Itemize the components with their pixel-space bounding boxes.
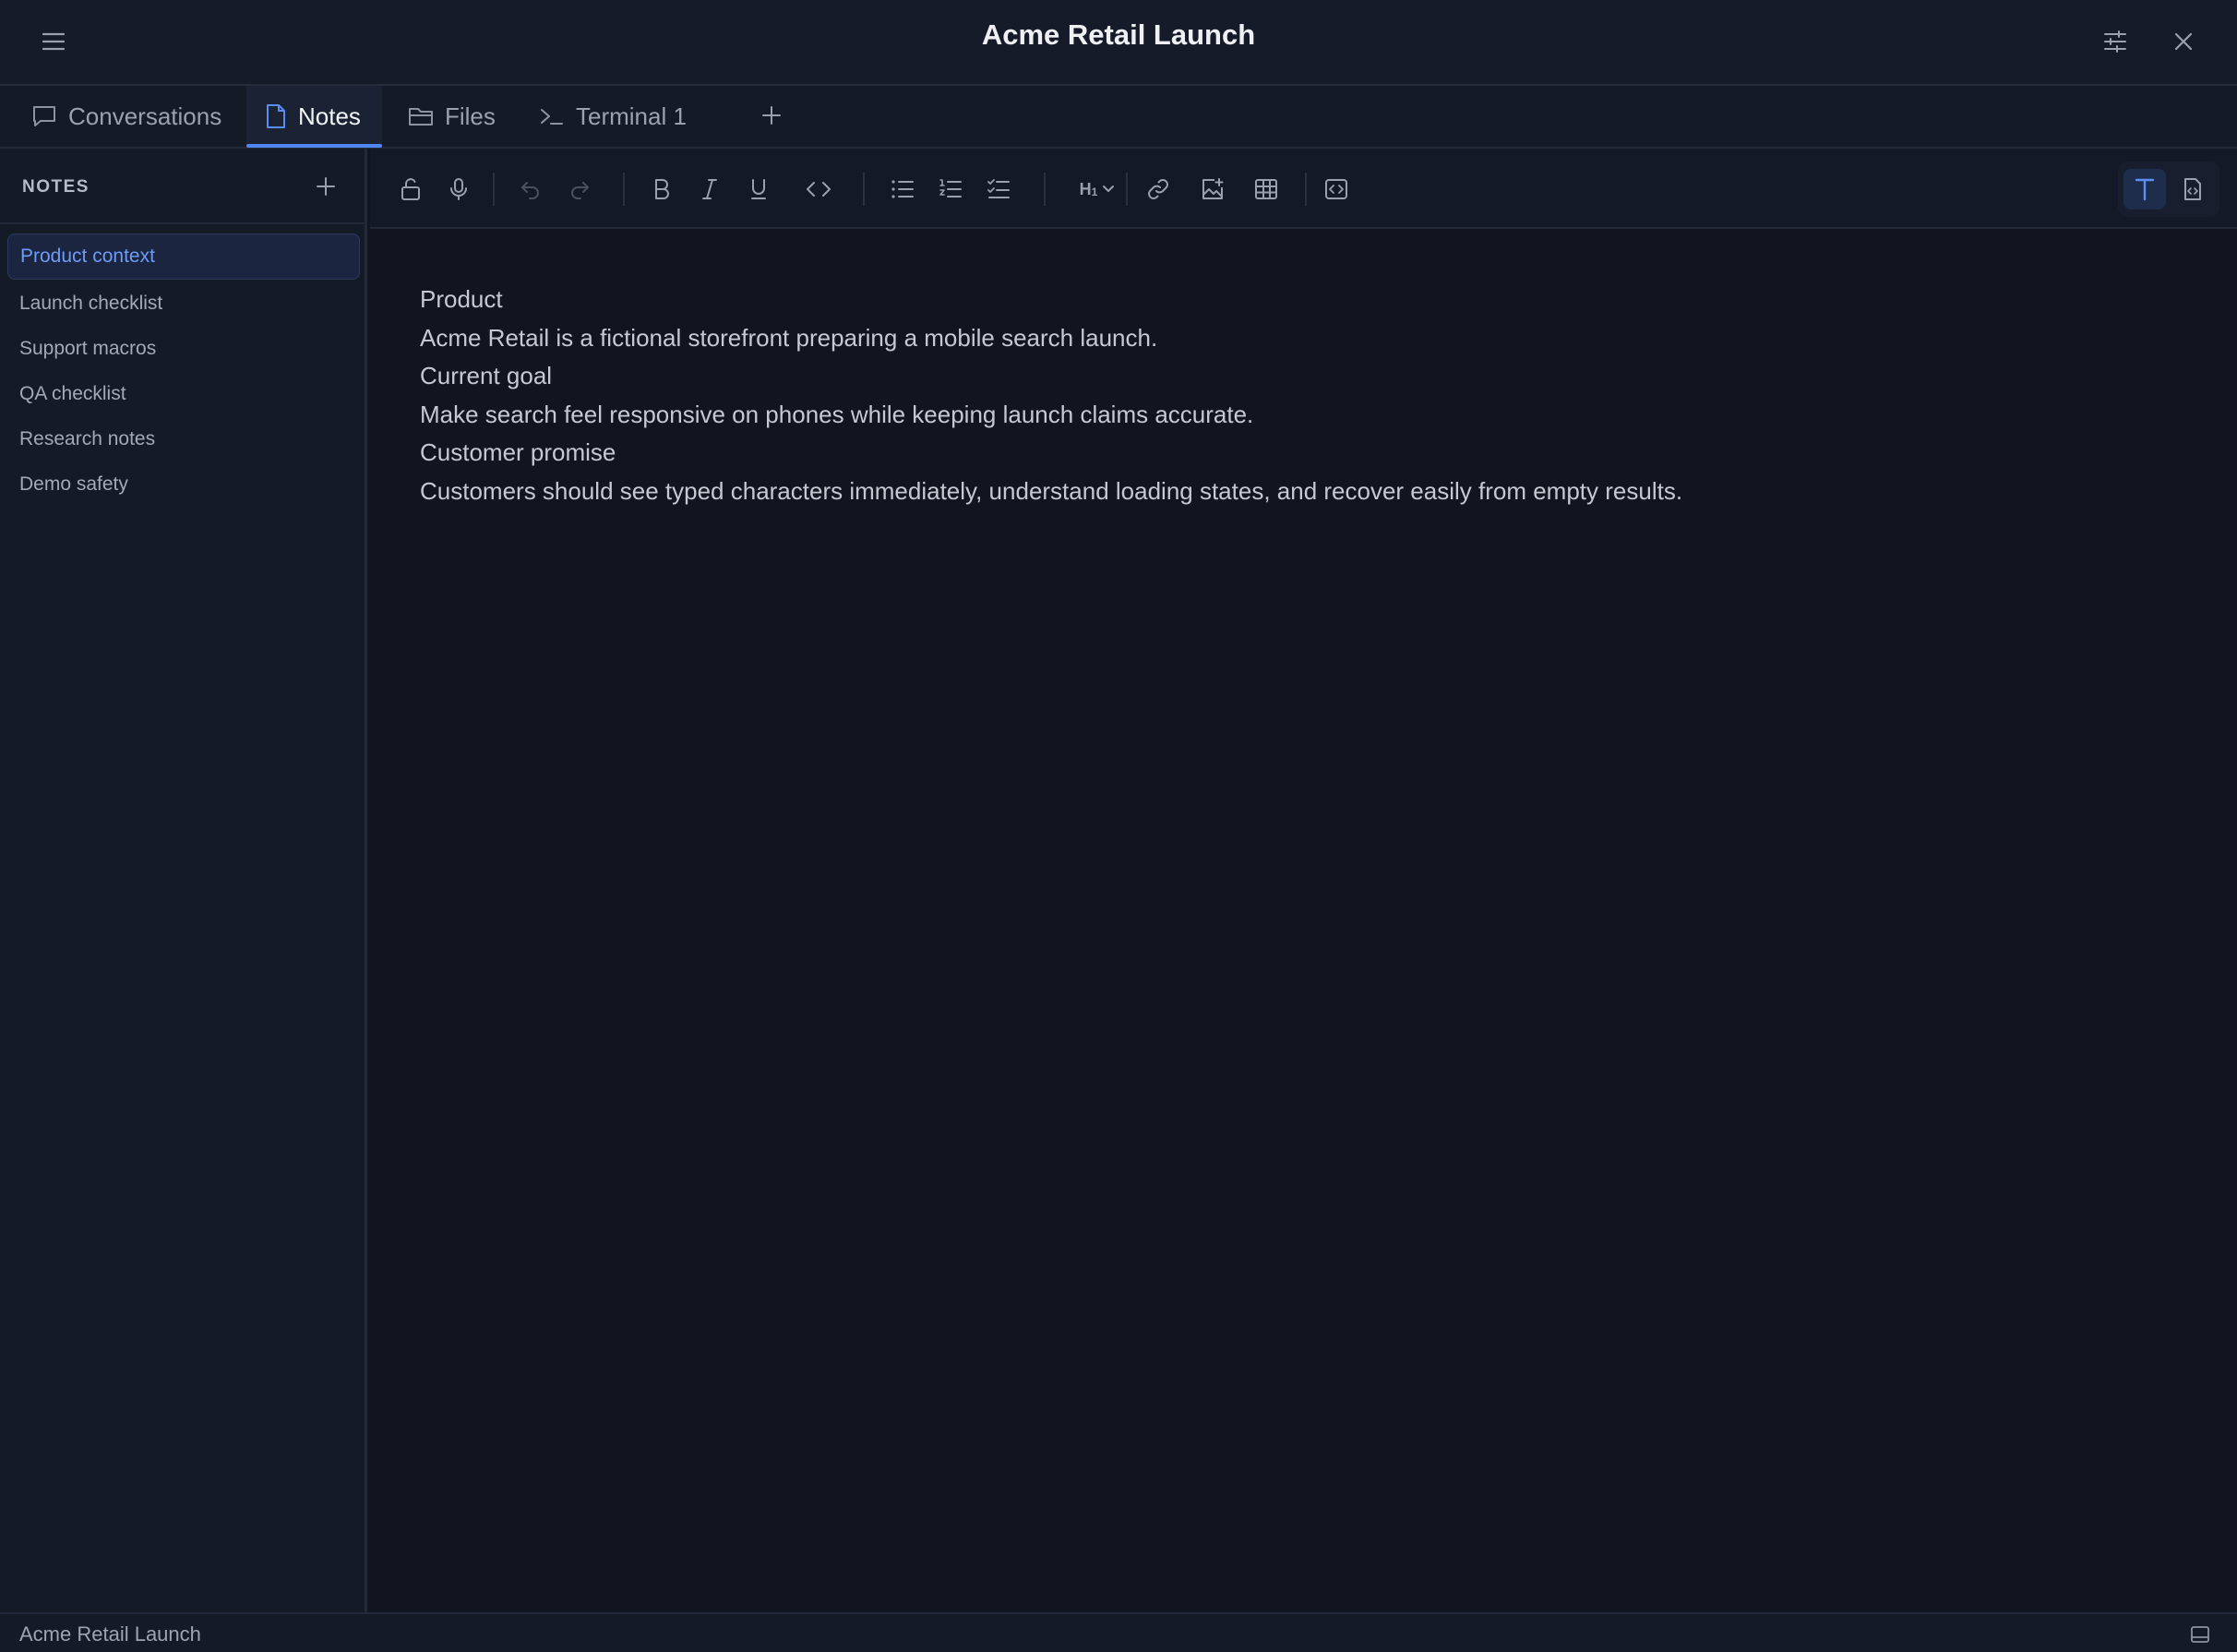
editor-mode-toggle bbox=[2118, 162, 2219, 217]
checklist-icon[interactable] bbox=[980, 171, 1017, 208]
tab-label: Terminal 1 bbox=[576, 102, 687, 130]
status-text: Acme Retail Launch bbox=[19, 1622, 201, 1646]
note-item-launch-checklist[interactable]: Launch checklist bbox=[7, 281, 360, 327]
add-tab-button[interactable] bbox=[753, 97, 790, 134]
heading-level-label: H bbox=[1079, 179, 1092, 198]
bold-icon[interactable] bbox=[643, 171, 680, 208]
redo-icon[interactable] bbox=[561, 171, 598, 208]
editor-line[interactable]: Product bbox=[420, 281, 2173, 319]
note-editor[interactable]: Product Acme Retail is a fictional store… bbox=[370, 229, 2237, 1612]
numbered-list-icon[interactable] bbox=[932, 171, 969, 208]
text-mode-icon[interactable] bbox=[2123, 169, 2166, 209]
table-icon[interactable] bbox=[1248, 171, 1285, 208]
note-item-demo-safety[interactable]: Demo safety bbox=[7, 461, 360, 508]
panel-toggle-icon[interactable] bbox=[2187, 1622, 2213, 1647]
editor-toolbar: H 1 bbox=[370, 149, 2237, 229]
sidebar-header: NOTES bbox=[0, 149, 365, 224]
heading-level-select[interactable]: H 1 bbox=[1071, 171, 1123, 208]
link-icon[interactable] bbox=[1140, 171, 1177, 208]
tab-label: Files bbox=[445, 102, 496, 130]
tab-conversations[interactable]: Conversations bbox=[18, 86, 231, 147]
bullet-list-icon[interactable] bbox=[884, 171, 921, 208]
heading-level-number: 1 bbox=[1091, 186, 1098, 198]
editor-line[interactable]: Current goal bbox=[420, 357, 2173, 396]
tab-bar: Conversations Notes Files Terminal 1 bbox=[0, 86, 2237, 149]
editor-line[interactable]: Make search feel responsive on phones wh… bbox=[420, 396, 2173, 435]
close-icon[interactable] bbox=[2163, 21, 2204, 62]
italic-icon[interactable] bbox=[691, 171, 728, 208]
tab-terminal-1[interactable]: Terminal 1 bbox=[530, 86, 696, 147]
sidebar-title: NOTES bbox=[22, 177, 90, 197]
terminal-prompt-icon bbox=[539, 105, 565, 127]
note-item-product-context[interactable]: Product context bbox=[7, 233, 360, 280]
note-item-research-notes[interactable]: Research notes bbox=[7, 416, 360, 462]
code-icon[interactable] bbox=[800, 171, 837, 208]
tab-notes[interactable]: Notes bbox=[246, 86, 382, 148]
add-note-button[interactable] bbox=[308, 169, 343, 204]
notes-sidebar: NOTES Product context Launch checklist S… bbox=[0, 149, 367, 1612]
window-title: Acme Retail Launch bbox=[981, 18, 1256, 51]
document-icon bbox=[265, 103, 287, 129]
tab-files[interactable]: Files bbox=[397, 86, 517, 147]
tab-label: Conversations bbox=[68, 102, 222, 130]
image-icon[interactable] bbox=[1194, 171, 1231, 208]
editor-line[interactable]: Acme Retail is a fictional storefront pr… bbox=[420, 319, 2173, 358]
note-item-support-macros[interactable]: Support macros bbox=[7, 326, 360, 372]
editor-content[interactable]: Product Acme Retail is a fictional store… bbox=[420, 281, 2173, 510]
undo-icon[interactable] bbox=[512, 171, 549, 208]
status-bar: Acme Retail Launch bbox=[0, 1612, 2237, 1652]
sliders-icon[interactable] bbox=[2095, 21, 2135, 62]
tab-label: Notes bbox=[298, 102, 361, 130]
note-item-qa-checklist[interactable]: QA checklist bbox=[7, 371, 360, 417]
underline-icon[interactable] bbox=[740, 171, 777, 208]
lock-icon[interactable] bbox=[392, 171, 429, 208]
folder-icon bbox=[408, 105, 434, 127]
chevron-down-icon bbox=[1102, 185, 1115, 194]
embed-icon[interactable] bbox=[1318, 171, 1355, 208]
microphone-icon[interactable] bbox=[440, 171, 477, 208]
chat-bubble-icon bbox=[31, 104, 57, 128]
editor-line[interactable]: Customers should see typed characters im… bbox=[420, 473, 2173, 511]
source-mode-icon[interactable] bbox=[2171, 169, 2214, 209]
editor-line[interactable]: Customer promise bbox=[420, 434, 2173, 473]
title-bar: Acme Retail Launch bbox=[0, 0, 2237, 86]
